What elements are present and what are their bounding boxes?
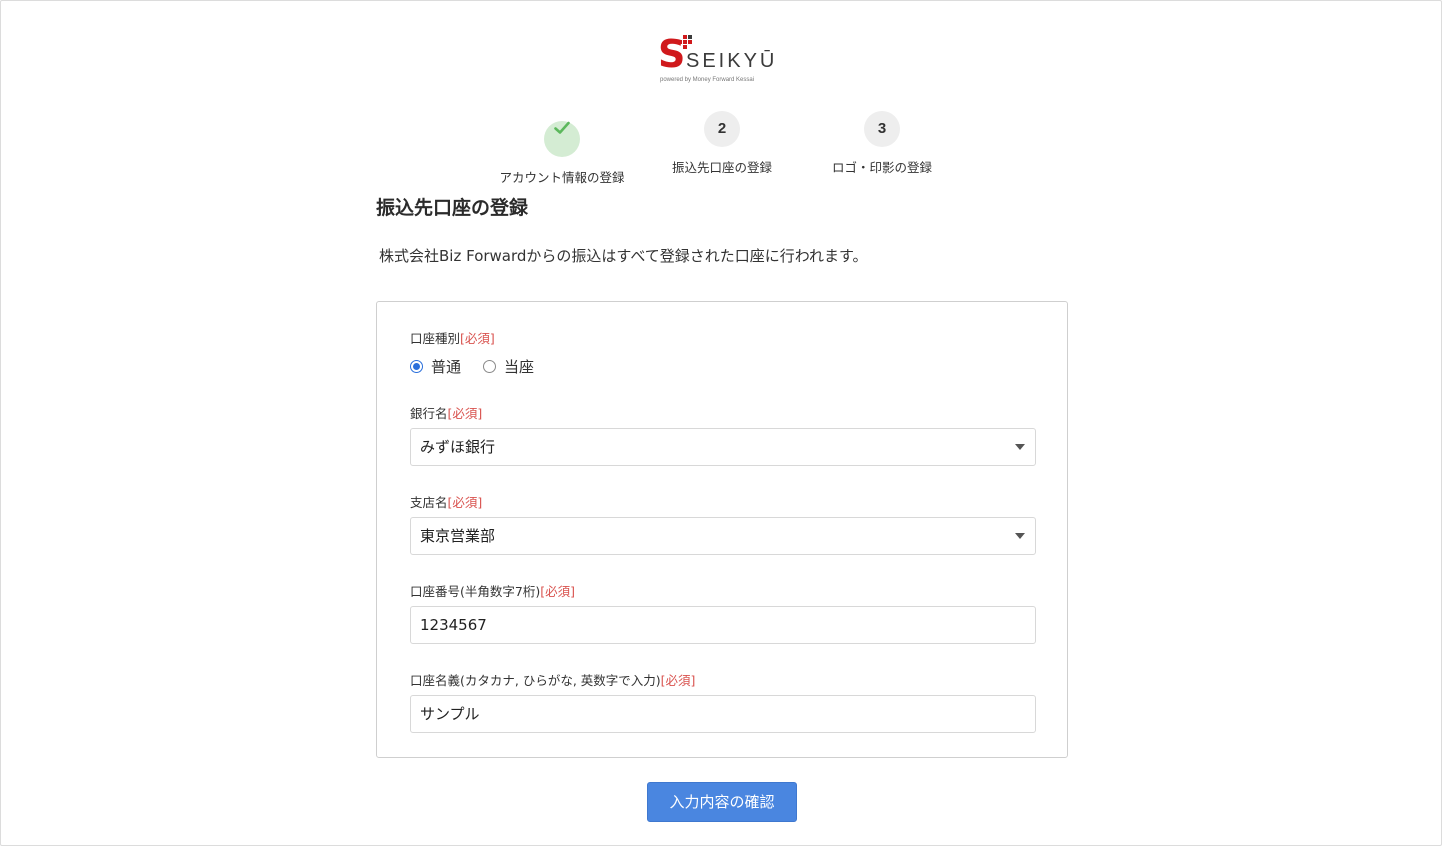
step-label: アカウント情報の登録 — [499, 170, 625, 185]
account-type-radio-group: 普通 当座 — [410, 356, 556, 377]
step-bank-account: 2 振込先口座の登録 — [642, 111, 802, 176]
bank-select[interactable]: みずほ銀行 — [410, 428, 1036, 466]
check-icon — [554, 121, 570, 134]
logo-wordmark: SEIKYŪ — [686, 50, 778, 72]
step-account-info: アカウント情報の登録 — [482, 111, 642, 186]
intro-text: 株式会社Biz Forwardからの振込はすべて登録された口座に行われます。 — [379, 247, 868, 265]
logo-tagline: powered by Money Forward Kessai — [660, 77, 755, 83]
step-done-circle — [544, 121, 580, 157]
branch-select[interactable]: 東京営業部 — [410, 517, 1036, 555]
account-number-input[interactable]: 1234567 — [410, 606, 1036, 644]
caret-down-icon — [1015, 533, 1025, 539]
caret-down-icon — [1015, 444, 1025, 450]
required-mark: [必須] — [447, 495, 483, 510]
step-label: ロゴ・印影の登録 — [831, 160, 932, 175]
bank-select-value: みずほ銀行 — [420, 438, 496, 456]
confirm-button[interactable]: 入力内容の確認 — [647, 782, 797, 822]
step-number-circle: 3 — [864, 111, 900, 147]
bank-account-form: 口座種別[必須] 普通 当座 銀行名[必須] みずほ銀行 支店名[必須] 東京営… — [376, 301, 1068, 758]
step-number-circle: 2 — [704, 111, 740, 147]
seikyu-logo: S SEIKYŪ powered by Money Forward Kessai — [658, 35, 778, 89]
account-holder-label: 口座名義(カタカナ, ひらがな, 英数字で入力)[必須] — [410, 673, 696, 688]
required-mark: [必須] — [540, 584, 575, 599]
radio-button-selected[interactable] — [410, 360, 423, 373]
account-holder-input[interactable]: サンプル — [410, 695, 1036, 733]
step-label: 振込先口座の登録 — [671, 160, 772, 175]
radio-touza[interactable]: 当座 — [483, 356, 534, 377]
account-holder-value: サンプル — [420, 705, 480, 723]
page-frame: S SEIKYŪ powered by Money Forward Kessai… — [0, 0, 1442, 846]
required-mark: [必須] — [660, 673, 696, 688]
radio-futsu[interactable]: 普通 — [410, 356, 461, 377]
required-mark: [必須] — [447, 406, 483, 421]
page-title: 振込先口座の登録 — [376, 197, 529, 219]
account-type-label: 口座種別[必須] — [410, 331, 495, 346]
account-number-label: 口座番号(半角数字7桁)[必須] — [410, 584, 575, 599]
radio-button[interactable] — [483, 360, 497, 373]
branch-name-label: 支店名[必須] — [410, 495, 483, 510]
step-logo-seal: 3 ロゴ・印影の登録 — [802, 111, 962, 176]
logo-cross-icon — [678, 35, 692, 49]
bank-name-label: 銀行名[必須] — [410, 406, 483, 421]
account-number-value: 1234567 — [420, 616, 487, 634]
required-mark: [必須] — [460, 331, 495, 346]
branch-select-value: 東京営業部 — [420, 527, 496, 545]
